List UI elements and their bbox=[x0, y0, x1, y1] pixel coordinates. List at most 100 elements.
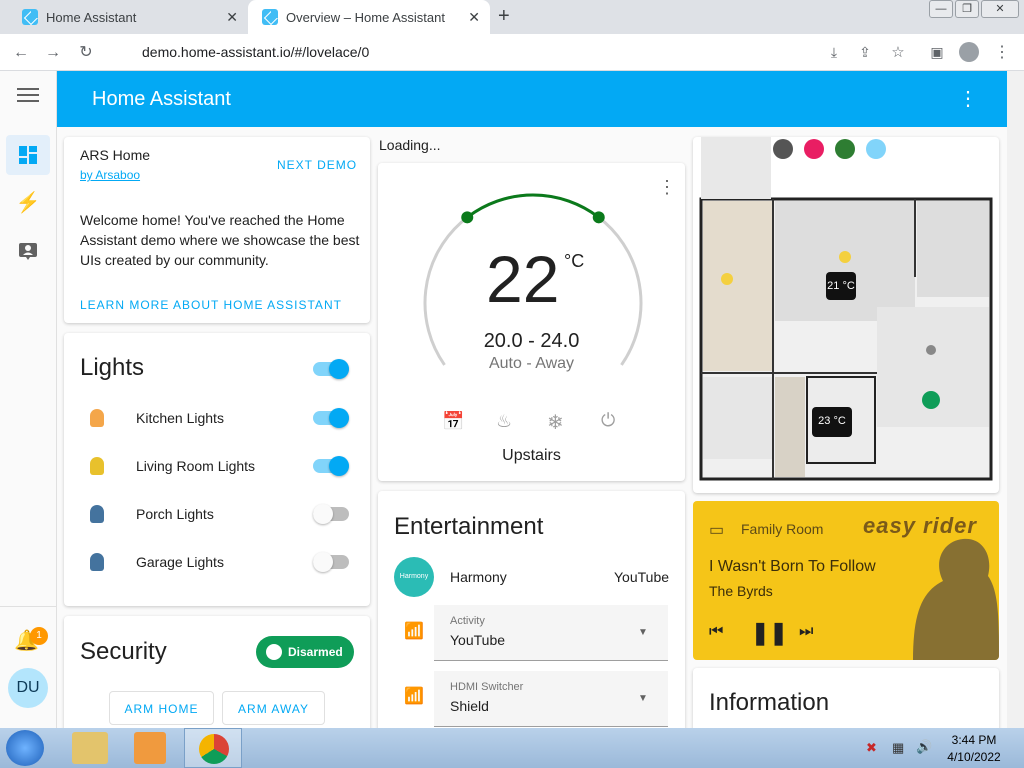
start-button-icon[interactable] bbox=[6, 730, 44, 766]
light-label: Garage Lights bbox=[136, 554, 224, 570]
cool-mode-icon[interactable]: ❄ bbox=[547, 410, 564, 435]
dial-high-handle bbox=[592, 211, 605, 224]
volume-icon[interactable]: 🔊 bbox=[916, 739, 932, 755]
next-demo-button[interactable]: NEXT DEMO bbox=[277, 158, 357, 172]
floorplan-card: 21 °C 23 °C bbox=[693, 137, 999, 493]
alarm-status-text: Disarmed bbox=[288, 645, 343, 659]
sidebar-item-overview[interactable] bbox=[6, 135, 50, 175]
overflow-menu-icon[interactable]: ⋮ bbox=[958, 71, 978, 127]
close-tab-icon[interactable]: ✕ bbox=[226, 9, 238, 26]
harmony-label: Harmony bbox=[450, 569, 507, 585]
light-toggle[interactable] bbox=[313, 552, 349, 572]
file-explorer-icon[interactable] bbox=[72, 732, 108, 764]
restore-window-icon[interactable]: ❐ bbox=[955, 0, 979, 18]
welcome-text: Welcome home! You've reached the Home As… bbox=[80, 212, 360, 268]
light-toggle[interactable] bbox=[313, 504, 349, 524]
lightbulb-icon bbox=[90, 457, 104, 475]
temperature-unit: °C bbox=[564, 251, 585, 271]
hamburger-menu-icon[interactable] bbox=[17, 88, 39, 104]
album-art-title: easy rider bbox=[863, 513, 977, 538]
power-off-icon[interactable]: ⏻ bbox=[601, 410, 615, 431]
next-track-icon[interactable]: ⏭ bbox=[799, 623, 813, 641]
chrome-icon bbox=[199, 734, 229, 764]
page-scrollbar[interactable] bbox=[1007, 71, 1024, 728]
close-window-icon[interactable]: ✕ bbox=[981, 0, 1019, 18]
author-link[interactable]: by Arsaboo bbox=[80, 168, 140, 182]
reload-icon[interactable]: ↻ bbox=[74, 34, 98, 71]
clock-time[interactable]: 3:44 PM bbox=[942, 733, 1006, 747]
heat-mode-icon[interactable]: ♨ bbox=[496, 411, 512, 432]
light-toggle[interactable] bbox=[313, 456, 349, 476]
light-label: Living Room Lights bbox=[136, 458, 256, 474]
lights-master-toggle[interactable] bbox=[313, 359, 349, 379]
media-player-card: easy rider ▭ Family Room I Wasn't Born T… bbox=[693, 501, 999, 660]
network-error-icon[interactable]: ✖ bbox=[866, 740, 877, 756]
hvac-mode: Auto - Away bbox=[488, 355, 575, 372]
light-row[interactable]: Kitchen Lights bbox=[90, 398, 350, 438]
forward-icon[interactable]: → bbox=[41, 34, 65, 71]
browser-tab-home-assistant[interactable]: Home Assistant ✕ bbox=[8, 0, 248, 34]
security-title: Security bbox=[80, 638, 167, 665]
previous-track-icon[interactable]: ⏮ bbox=[709, 623, 723, 641]
current-temperature: 22 bbox=[486, 242, 560, 316]
hdmi-switcher-select[interactable]: HDMI Switcher Shield ▼ bbox=[434, 671, 668, 727]
pause-icon[interactable]: ❚❚ bbox=[751, 620, 788, 646]
browser-tab-overview[interactable]: Overview – Home Assistant ✕ bbox=[248, 0, 490, 34]
close-tab-icon[interactable]: ✕ bbox=[468, 9, 480, 26]
media-player-taskbar-icon[interactable] bbox=[134, 732, 166, 764]
notification-badge: 1 bbox=[30, 627, 48, 645]
loading-text: Loading... bbox=[379, 137, 441, 153]
alarm-status-badge: Disarmed bbox=[256, 636, 354, 668]
harmony-logo: Harmony bbox=[394, 557, 434, 597]
app-title: Home Assistant bbox=[92, 88, 231, 110]
profile-icon[interactable] bbox=[959, 42, 979, 62]
dashboard-icon bbox=[19, 146, 37, 164]
album-art-image bbox=[913, 538, 999, 660]
light-row[interactable]: Living Room Lights bbox=[90, 446, 350, 486]
address-bar[interactable]: demo.home-assistant.io/#/lovelace/0 bbox=[112, 36, 922, 68]
learn-more-link[interactable]: LEARN MORE ABOUT HOME ASSISTANT bbox=[80, 298, 342, 312]
user-avatar[interactable]: DU bbox=[8, 668, 48, 708]
media-artist: The Byrds bbox=[709, 583, 773, 599]
windows-taskbar: ✖ ▦ 🔊 3:44 PM 4/10/2022 bbox=[0, 728, 1024, 768]
light-label: Kitchen Lights bbox=[136, 410, 224, 426]
arm-away-button[interactable]: ARM AWAY bbox=[222, 691, 325, 725]
floorplan-image[interactable] bbox=[693, 137, 999, 493]
intro-card: ARS Home by Arsaboo NEXT DEMO Welcome ho… bbox=[64, 137, 370, 323]
remote-icon: 📶 bbox=[404, 623, 424, 640]
chrome-taskbar-button[interactable] bbox=[184, 728, 242, 768]
shield-off-icon bbox=[266, 644, 282, 660]
thermostat-card: ⋮ 22 °C 20.0 - 24.0 Auto - Away 📅 ♨ ❄ ⏻ … bbox=[378, 163, 685, 481]
bookmark-star-icon[interactable]: ☆ bbox=[886, 34, 910, 71]
account-box-icon bbox=[19, 243, 37, 260]
clock-date[interactable]: 4/10/2022 bbox=[942, 750, 1006, 764]
light-row[interactable]: Porch Lights bbox=[90, 494, 350, 534]
side-panel-icon[interactable]: ▣ bbox=[925, 34, 949, 71]
auto-mode-icon[interactable]: 📅 bbox=[442, 411, 464, 432]
dial-range bbox=[466, 193, 600, 219]
sidebar-divider bbox=[0, 606, 57, 607]
light-toggle[interactable] bbox=[313, 408, 349, 428]
minimize-window-icon[interactable]: — bbox=[929, 0, 953, 18]
back-icon[interactable]: ← bbox=[9, 34, 33, 71]
activity-select[interactable]: Activity YouTube ▼ bbox=[434, 605, 668, 661]
door-light-icon bbox=[90, 505, 104, 523]
share-icon[interactable]: ⇪ bbox=[853, 34, 877, 71]
network-icon[interactable]: ▦ bbox=[892, 740, 904, 756]
dropdown-arrow-icon: ▼ bbox=[638, 693, 648, 704]
activity-value: YouTube bbox=[450, 632, 506, 648]
install-icon[interactable]: ⤓ bbox=[822, 34, 846, 71]
sidebar-item-energy[interactable]: ⚡ bbox=[6, 183, 50, 223]
dial-low-handle bbox=[461, 211, 474, 224]
light-row[interactable]: Garage Lights bbox=[90, 542, 350, 582]
sidebar-item-logbook[interactable] bbox=[6, 231, 50, 271]
thermostat-menu-icon[interactable]: ⋮ bbox=[658, 177, 676, 198]
lightbulb-icon bbox=[90, 553, 104, 571]
new-tab-icon[interactable]: + bbox=[498, 5, 510, 28]
light-label: Porch Lights bbox=[136, 506, 214, 522]
browser-menu-icon[interactable]: ⋮ bbox=[990, 34, 1014, 71]
arm-home-button[interactable]: ARM HOME bbox=[109, 691, 214, 725]
room-temperature-2: 23 °C bbox=[818, 415, 846, 427]
remote-icon: 📶 bbox=[404, 688, 424, 705]
thermostat-name: Upstairs bbox=[502, 447, 561, 464]
